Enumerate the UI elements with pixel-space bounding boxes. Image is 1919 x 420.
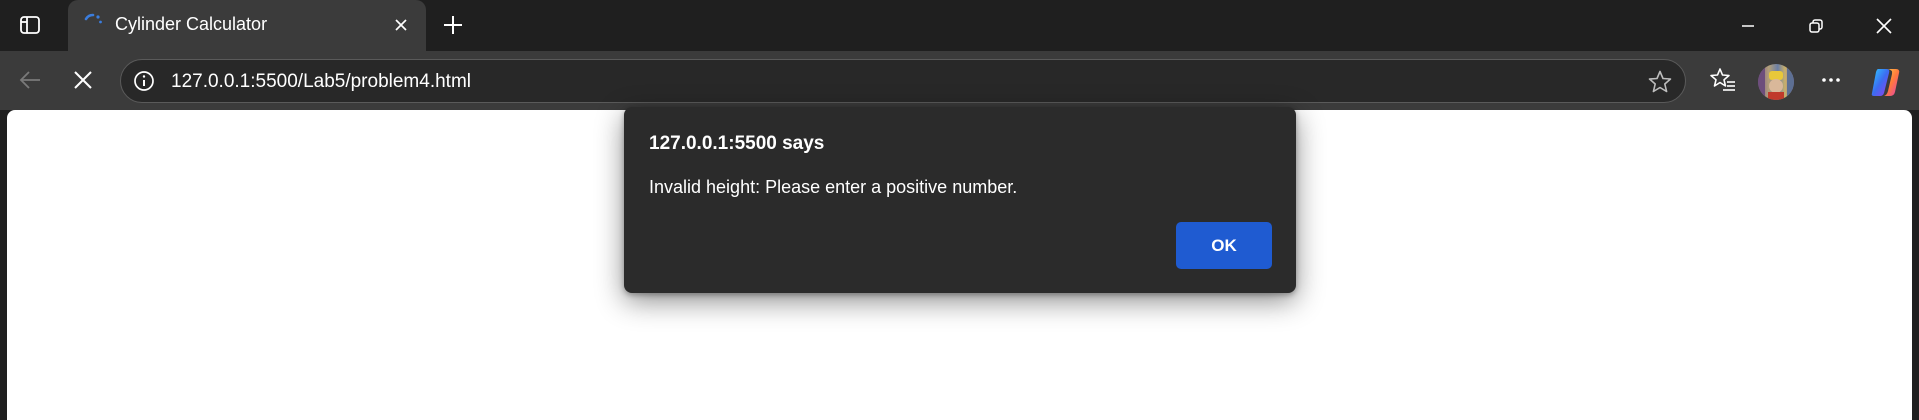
- alert-dialog: 127.0.0.1:5500 says Invalid height: Plea…: [624, 107, 1296, 293]
- title-bar: Cylinder Calculator: [0, 0, 1919, 51]
- minimize-icon: [1742, 24, 1754, 27]
- stop-loading-icon: [74, 71, 92, 89]
- tab-title: Cylinder Calculator: [115, 14, 268, 34]
- close-icon: [395, 19, 407, 31]
- back-button[interactable]: [10, 60, 50, 100]
- plus-icon: [444, 16, 462, 34]
- restore-icon: [1809, 18, 1823, 33]
- loading-spinner-icon: [84, 13, 102, 24]
- browser-toolbar: 127.0.0.1:5500/Lab5/problem4.html: [0, 51, 1919, 110]
- ok-button[interactable]: OK: [1176, 222, 1272, 269]
- dialog-origin-title: 127.0.0.1:5500 says: [649, 133, 825, 154]
- favorite-star-icon[interactable]: [1647, 69, 1673, 95]
- close-icon: [1876, 17, 1892, 34]
- back-arrow-icon: [19, 71, 40, 89]
- copilot-icon[interactable]: [1869, 65, 1903, 99]
- tab-cylinder-calculator[interactable]: Cylinder Calculator: [68, 0, 426, 51]
- tab-close-button[interactable]: [388, 12, 414, 38]
- minimize-button[interactable]: [1714, 0, 1782, 51]
- restore-button[interactable]: [1782, 0, 1850, 51]
- profile-avatar[interactable]: [1758, 64, 1794, 100]
- favorites-button[interactable]: [1703, 60, 1743, 100]
- window-close-button[interactable]: [1850, 0, 1918, 51]
- avatar-image: [1758, 64, 1794, 100]
- dialog-message: Invalid height: Please enter a positive …: [649, 177, 1018, 197]
- favorites-icon: [1710, 68, 1735, 91]
- more-icon: [1822, 78, 1840, 82]
- address-bar[interactable]: 127.0.0.1:5500/Lab5/problem4.html: [120, 59, 1686, 103]
- url-text[interactable]: 127.0.0.1:5500/Lab5/problem4.html: [171, 71, 471, 93]
- tab-actions-button[interactable]: [10, 8, 50, 42]
- new-tab-button[interactable]: [436, 8, 470, 42]
- tab-actions-icon: [20, 16, 40, 34]
- more-menu-button[interactable]: [1811, 60, 1851, 100]
- stop-loading-button[interactable]: [63, 60, 103, 100]
- info-icon[interactable]: [133, 70, 155, 92]
